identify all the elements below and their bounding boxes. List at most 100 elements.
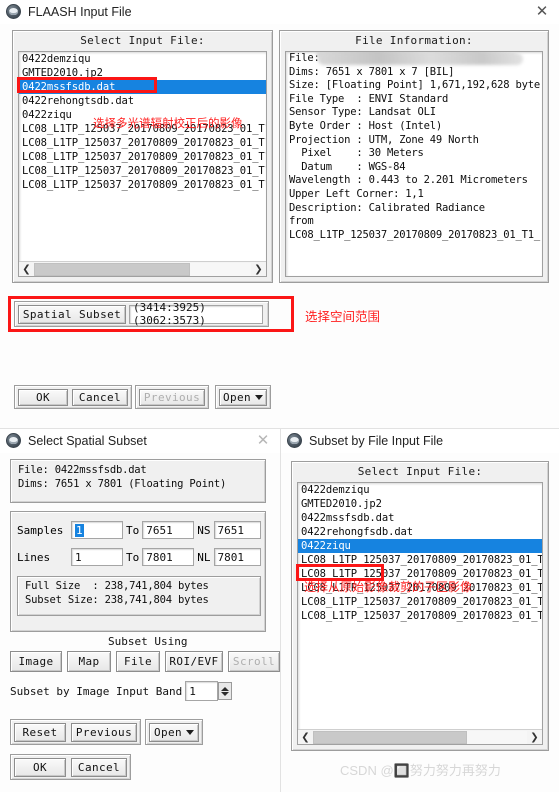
- info-line: Dims: 7651 x 7801 x 7 [BIL]: [289, 65, 455, 78]
- subset-band-input[interactable]: 1: [185, 681, 219, 701]
- lines-from-input[interactable]: 1: [71, 548, 123, 566]
- list-item[interactable]: LC08_L1TP_125037_20170809_20170823_01_T1…: [298, 595, 542, 609]
- subset-using-roi-evf-button[interactable]: ROI/EVF: [165, 651, 223, 672]
- scroll-left-icon[interactable]: ❮: [19, 262, 34, 277]
- select-input-file-label: Select Input File:: [80, 34, 205, 47]
- list-item[interactable]: 0422demziqu: [19, 52, 266, 66]
- scroll-right-icon[interactable]: ❯: [251, 262, 266, 277]
- open-button[interactable]: Open: [149, 722, 199, 742]
- info-line: Wavelength : 0.443 to 2.201 Micrometers: [289, 174, 528, 187]
- select-spatial-subset-window: Select Spatial Subset ✕ File: 0422mssfsd…: [0, 428, 280, 792]
- samples-from-input[interactable]: 1: [71, 521, 123, 539]
- close-icon[interactable]: ✕: [252, 430, 274, 452]
- lines-row: Lines 1 To 7801 NL 7801: [17, 548, 261, 566]
- info-line: Datum : WGS-84: [289, 160, 406, 173]
- subset-file-info-panel: File: 0422mssfsdb.dat Dims: 7651 x 7801 …: [10, 459, 266, 503]
- flaash-titlebar: FLAASH Input File ✕: [0, 0, 559, 24]
- subset-select-input-file-panel: Select Input File: 0422demziqu GMTED2010…: [291, 461, 549, 751]
- subset-using-image-button[interactable]: Image: [10, 651, 62, 672]
- open-button[interactable]: Open: [219, 388, 267, 406]
- list-item[interactable]: LC08_L1TP_125037_20170809_20170823_01_T1…: [19, 164, 266, 178]
- subset-file-list-hscrollbar[interactable]: ❮ ❯: [298, 729, 542, 744]
- list-item[interactable]: GMTED2010.jp2: [19, 66, 266, 80]
- size-info-panel: Full Size : 238,741,804 bytes Subset Siz…: [17, 576, 261, 616]
- band-stepper[interactable]: [218, 682, 233, 700]
- csdn-watermark: CSDN @🔲努力努力再努力: [340, 763, 501, 778]
- list-item[interactable]: LC08_L1TP_125037_20170809_20170823_01_T1…: [19, 150, 266, 164]
- lines-to-input[interactable]: 7801: [142, 548, 195, 566]
- subset-using-file-button[interactable]: File: [116, 651, 160, 672]
- scroll-left-icon[interactable]: ❮: [298, 730, 313, 745]
- subset-by-file-window: Subset by File Input File Select Input F…: [280, 428, 559, 792]
- subset-using-scroll-button: Scroll: [228, 651, 280, 672]
- stepper-down-icon[interactable]: [221, 691, 230, 696]
- cancel-button[interactable]: Cancel: [71, 757, 127, 777]
- samples-label: Samples: [17, 523, 64, 537]
- envi-app-icon: [287, 433, 302, 448]
- list-item[interactable]: LC08_L1TP_125037_20170809_20170823_01_T1…: [19, 178, 266, 192]
- list-item[interactable]: LC08_L1TP_125037_20170809_20170823_01_T1…: [298, 609, 542, 623]
- samples-from-value: 1: [75, 523, 84, 537]
- subset-by-file-window-title: Subset by File Input File: [309, 433, 444, 448]
- info-line: Dims: 7651 x 7801 (Floating Point): [18, 477, 227, 490]
- list-item-selected[interactable]: 0422ziqu: [298, 539, 542, 553]
- spatial-subset-window-title: Select Spatial Subset: [28, 433, 147, 448]
- lines-nl-input[interactable]: 7801: [213, 548, 261, 566]
- scroll-trough[interactable]: [313, 730, 527, 744]
- spatial-subset-value[interactable]: (3414:3925)(3062:3573): [129, 301, 263, 327]
- spatial-open-group: Open: [145, 719, 203, 745]
- scroll-thumb[interactable]: [34, 262, 191, 276]
- stepper-up-icon[interactable]: [221, 686, 230, 691]
- list-item-selected[interactable]: 0422mssfsdb.dat: [19, 80, 266, 94]
- subset-file-listbox[interactable]: 0422demziqu GMTED2010.jp2 0422mssfsdb.da…: [297, 482, 543, 745]
- previous-button: Previous: [139, 388, 205, 406]
- info-line: LC08_L1TP_125037_20170809_20170823_01_T1…: [289, 228, 540, 241]
- lines-nl-label: NL: [197, 550, 211, 564]
- samples-lines-panel: Samples 1 To 7651 NS 7651 Lines 1 To 780…: [10, 511, 266, 632]
- list-item[interactable]: 0422mssfsdb.dat: [298, 511, 542, 525]
- reset-button[interactable]: Reset: [14, 722, 66, 742]
- list-item[interactable]: 0422rehongfsdb.dat: [298, 525, 542, 539]
- flaash-ok-cancel-group: OK Cancel: [14, 385, 132, 409]
- select-input-file-panel: Select Input File: 0422demziqu GMTED2010…: [12, 30, 273, 283]
- info-line: Byte Order : Host (Intel): [289, 119, 443, 132]
- samples-to-input[interactable]: 7651: [142, 521, 195, 539]
- list-item[interactable]: GMTED2010.jp2: [298, 497, 542, 511]
- previous-button[interactable]: Previous: [71, 722, 137, 742]
- info-line: Pixel : 30 Meters: [289, 147, 424, 160]
- info-line: Description: Calibrated Radiance: [289, 201, 485, 214]
- spatial-ok-cancel-group: OK Cancel: [10, 754, 131, 780]
- full-size-line: Full Size : 238,741,804 bytes: [25, 580, 209, 592]
- file-information-panel: File Information: File: Dims: 7651 x 780…: [279, 30, 549, 283]
- subset-by-file-titlebar: Subset by File Input File: [281, 429, 559, 453]
- ok-button[interactable]: OK: [14, 757, 66, 777]
- chevron-down-icon: [255, 394, 264, 400]
- list-item[interactable]: LC08_L1TP_125037_20170809_20170823_01_T1…: [298, 553, 542, 567]
- list-item[interactable]: LC08_L1TP_125037_20170809_20170823_01_T1…: [19, 136, 266, 150]
- subset-band-label: Subset by Image Input Band: [10, 684, 183, 698]
- cancel-button[interactable]: Cancel: [72, 388, 128, 406]
- envi-app-icon: [6, 433, 21, 448]
- lines-label: Lines: [17, 550, 51, 564]
- ok-button[interactable]: OK: [18, 388, 68, 406]
- info-line: Projection : UTM, Zone 49 North: [289, 133, 479, 146]
- scroll-right-icon[interactable]: ❯: [527, 730, 542, 745]
- redacted-file-value: [318, 53, 523, 65]
- open-button-label: Open: [153, 725, 183, 739]
- samples-ns-input[interactable]: 7651: [213, 521, 261, 539]
- scroll-trough[interactable]: [34, 262, 251, 276]
- spatial-subset-button[interactable]: Spatial Subset: [18, 304, 126, 324]
- file-information-box: File: Dims: 7651 x 7801 x 7 [BIL] Size: …: [285, 51, 543, 277]
- close-icon[interactable]: ✕: [531, 1, 553, 23]
- scroll-thumb[interactable]: [313, 730, 468, 744]
- file-information-label: File Information:: [355, 34, 473, 47]
- file-listbox[interactable]: 0422demziqu GMTED2010.jp2 0422mssfsdb.da…: [18, 51, 267, 277]
- subset-using-map-button[interactable]: Map: [67, 651, 111, 672]
- list-item[interactable]: 0422demziqu: [298, 483, 542, 497]
- lines-to-label: To: [126, 550, 140, 564]
- list-item[interactable]: 0422rehongtsdb.dat: [19, 94, 266, 108]
- subset-band-row: Subset by Image Input Band 1: [10, 681, 233, 701]
- file-list-hscrollbar[interactable]: ❮ ❯: [19, 261, 266, 276]
- reset-previous-group: Reset Previous: [10, 719, 141, 745]
- subset-using-label: Subset Using: [108, 635, 188, 648]
